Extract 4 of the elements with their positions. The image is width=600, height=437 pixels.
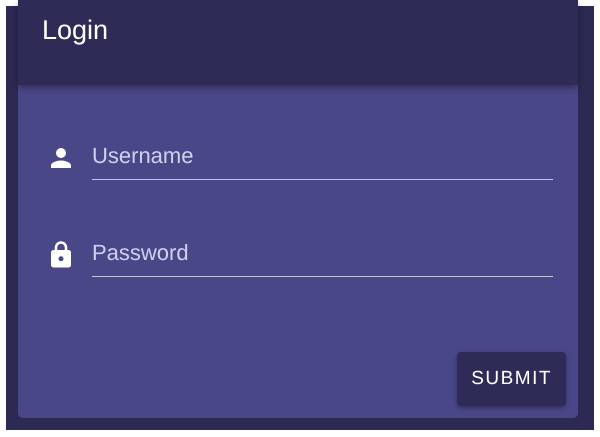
username-field[interactable]: Username [92, 135, 553, 180]
header-title: Login [42, 15, 108, 46]
submit-button[interactable]: SUBMIT [457, 352, 566, 406]
password-field[interactable]: Password [92, 232, 553, 277]
